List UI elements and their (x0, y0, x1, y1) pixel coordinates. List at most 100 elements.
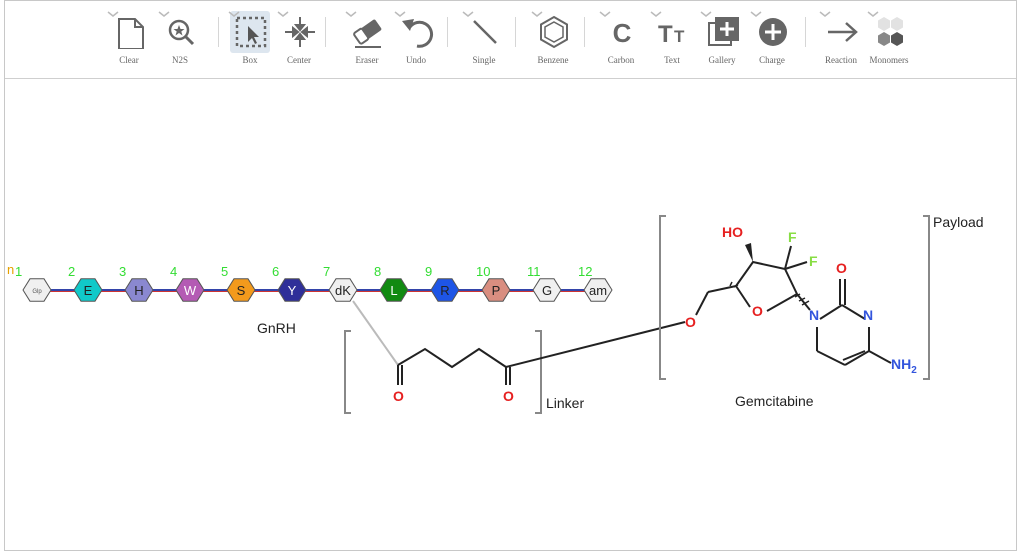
linker-label: Linker (546, 395, 584, 411)
tool-label: Benzene (537, 55, 569, 65)
atom-oxygen-ring: O (752, 303, 763, 319)
tool-undo[interactable]: Undo (390, 7, 442, 75)
text-icon: TT (658, 21, 685, 48)
monomer-code: S (237, 283, 246, 298)
chevron-down-icon[interactable] (394, 11, 406, 18)
chevron-down-icon[interactable] (228, 11, 240, 18)
atom-fluorine-2: F (809, 253, 818, 269)
monomer-10[interactable]: P10 (476, 264, 511, 302)
monomer-11[interactable]: G11 (527, 264, 562, 302)
atom-oxygen-ether: O (685, 314, 696, 330)
chevron-down-icon[interactable] (867, 11, 879, 18)
monomer-code: H (134, 283, 143, 298)
tool-label: Monomers (869, 55, 909, 65)
tool-label: Charge (759, 55, 785, 65)
linker-oxygen-1: O (393, 388, 404, 404)
monomer-3[interactable]: H3 (119, 264, 154, 302)
tool-center[interactable]: Center (273, 7, 325, 75)
monomer-code: dK (335, 283, 351, 298)
wedge-bond (745, 243, 753, 262)
chevron-down-icon[interactable] (345, 11, 357, 18)
chevron-down-icon[interactable] (531, 11, 543, 18)
toolbar-separator (218, 17, 219, 47)
eraser-icon (353, 19, 382, 48)
carbon-icon: C (613, 18, 632, 48)
toolbar-separator (325, 17, 326, 47)
chevron-down-icon[interactable] (158, 11, 170, 18)
svg-text:T: T (674, 27, 685, 46)
tool-monomers[interactable]: Monomers (863, 7, 915, 75)
chevron-down-icon[interactable] (650, 11, 662, 18)
tool-benzene[interactable]: Benzene (527, 7, 579, 75)
blank-page-icon (118, 18, 144, 49)
tool-text[interactable]: T T Text (646, 7, 698, 75)
monomer-number: 3 (119, 264, 126, 279)
monomer-code: G (542, 283, 552, 298)
linker-oxygen-2: O (503, 388, 514, 404)
chevron-down-icon[interactable] (107, 11, 119, 18)
atom-fluorine-1: F (788, 229, 797, 245)
tool-label: Box (242, 55, 258, 65)
toolbar-separator (447, 17, 448, 47)
monomer-number: 12 (578, 264, 592, 279)
monomer-7[interactable]: dK 7 (323, 264, 358, 302)
benzene-icon (540, 15, 568, 49)
search-star-icon (168, 19, 195, 46)
drawing-canvas[interactable]: Glp1 E2 H3 W4 S5 Y6 dK7 L8 R9 P10 G11 am 12 n GnRH L… (5, 79, 1016, 550)
tool-eraser[interactable]: Eraser (341, 7, 393, 75)
editor-frame: Clear N2S Box Center Eraser Undo Single Benzene… (4, 0, 1017, 551)
chevron-down-icon[interactable] (599, 11, 611, 18)
monomers-icon (878, 17, 903, 46)
dk-linker-bond[interactable] (352, 300, 399, 366)
tool-n2s[interactable]: N2S (154, 7, 206, 75)
tool-label: Eraser (355, 55, 379, 65)
monomer-number: 5 (221, 264, 228, 279)
toolbar-separator (515, 17, 516, 47)
tool-label: Clear (119, 55, 139, 65)
monomer-5[interactable]: S5 (221, 264, 256, 302)
monomer-number: 11 (527, 264, 541, 279)
monomer-number: 9 (425, 264, 432, 279)
monomer-number: 8 (374, 264, 381, 279)
monomer-9[interactable]: R9 (425, 264, 460, 302)
monomer-8[interactable]: L8 (374, 264, 409, 302)
undo-icon (402, 19, 433, 48)
monomer-2[interactable]: E2 (68, 264, 103, 302)
center-arrows-icon (285, 17, 315, 47)
atom-oxygen-carbonyl: O (836, 260, 847, 276)
tool-single[interactable]: Single (458, 7, 510, 75)
tool-gallery[interactable]: Gallery (696, 7, 748, 75)
monomer-1[interactable]: Glp 1 (15, 264, 52, 302)
tool-box[interactable]: Box (224, 7, 276, 75)
chevron-down-icon[interactable] (750, 11, 762, 18)
tool-clear[interactable]: Clear (103, 7, 155, 75)
monomer-number: 6 (272, 264, 279, 279)
monomer-6[interactable]: Y6 (272, 264, 307, 302)
monomer-number: 4 (170, 264, 177, 279)
chevron-down-icon[interactable] (700, 11, 712, 18)
tool-label: N2S (171, 55, 188, 65)
monomer-4[interactable]: W4 (170, 264, 205, 302)
monomer-code: am (589, 283, 607, 298)
atom-amine: NH2 (891, 356, 917, 376)
charge-icon (759, 18, 787, 46)
monomer-12[interactable]: am 12 (578, 264, 613, 302)
chevron-down-icon[interactable] (462, 11, 474, 18)
toolbar-separator (805, 17, 806, 47)
monomer-code: Y (288, 283, 297, 298)
drug-name-label: Gemcitabine (735, 393, 814, 409)
chevron-down-icon[interactable] (819, 11, 831, 18)
gemcitabine-structure[interactable] (695, 245, 892, 366)
toolbar: Clear N2S Box Center Eraser Undo Single Benzene… (5, 1, 1016, 79)
peptide-chain[interactable]: Glp1 E2 H3 W4 S5 Y6 dK7 L8 R9 P10 G11 am 12 n GnRH (7, 262, 613, 336)
tool-label: Text (664, 55, 680, 65)
n-terminal-label: n (7, 262, 14, 277)
payload-label: Payload (933, 214, 984, 230)
tool-reaction[interactable]: Reaction (815, 7, 867, 75)
monomer-code: W (184, 283, 197, 298)
atom-nitrogen-3: N (863, 307, 873, 323)
tool-charge[interactable]: Charge (746, 7, 798, 75)
tool-carbon[interactable]: C Carbon (595, 7, 647, 75)
peptide-label: GnRH (257, 320, 296, 336)
chevron-down-icon[interactable] (277, 11, 289, 18)
